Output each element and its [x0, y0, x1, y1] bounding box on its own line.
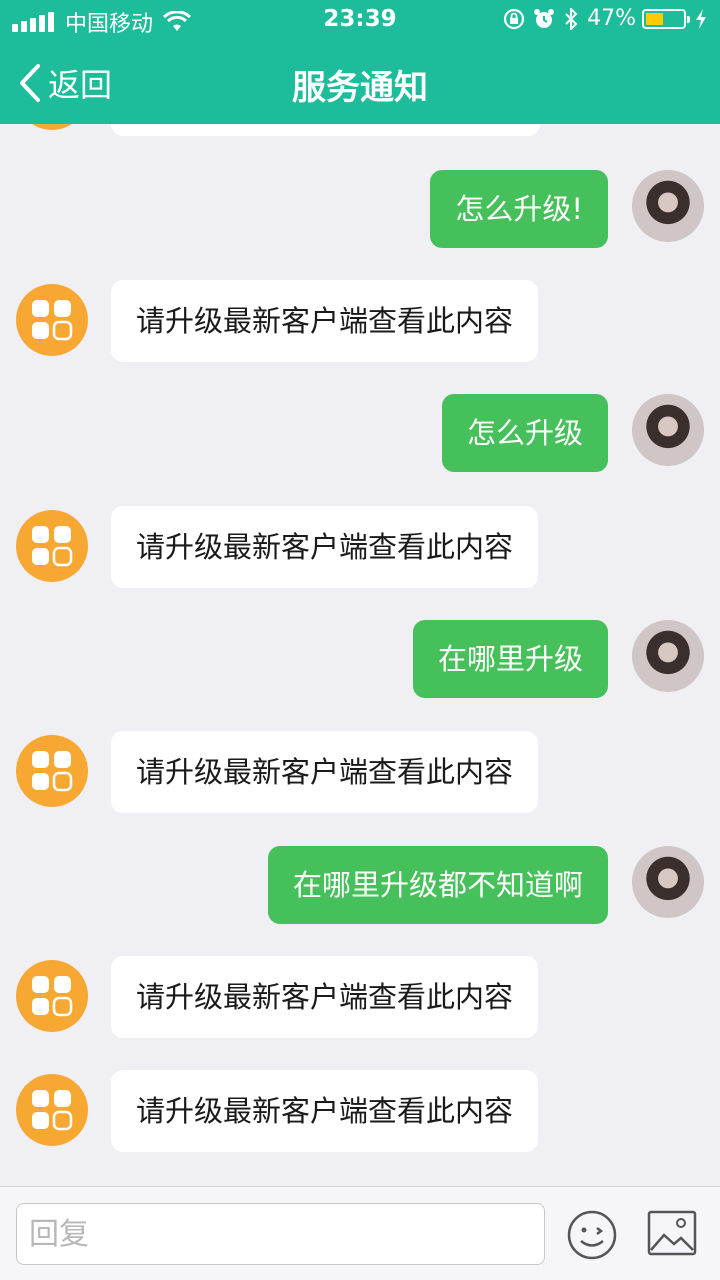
bot-avatar-icon[interactable]	[16, 1074, 88, 1146]
bot-avatar	[16, 124, 88, 130]
user-message-bubble[interactable]: 怎么升级	[441, 394, 608, 472]
user-avatar[interactable]	[632, 170, 704, 242]
picture-icon[interactable]	[647, 1210, 697, 1256]
battery-percent: 47%	[587, 6, 636, 31]
rotation-lock-icon	[503, 8, 525, 29]
charging-icon	[696, 8, 706, 29]
user-message-bubble[interactable]: 怎么升级!	[430, 170, 608, 248]
bot-avatar-icon[interactable]	[16, 735, 88, 807]
bluetooth-icon	[565, 7, 578, 30]
bot-avatar-icon[interactable]	[16, 960, 88, 1032]
user-avatar[interactable]	[632, 394, 704, 466]
smiley-face-icon[interactable]	[566, 1209, 618, 1261]
bot-message-bubble[interactable]: 请升级最新客户端查看此内容	[111, 1070, 539, 1152]
message-bubble-partial	[111, 124, 540, 136]
bot-message-bubble[interactable]: 请升级最新客户端查看此内容	[111, 506, 539, 588]
bot-message-bubble[interactable]: 请升级最新客户端查看此内容	[111, 280, 539, 362]
user-message-bubble[interactable]: 在哪里升级都不知道啊	[267, 846, 608, 924]
user-message-bubble[interactable]: 在哪里升级	[412, 620, 608, 698]
bot-message-bubble[interactable]: 请升级最新客户端查看此内容	[111, 956, 539, 1038]
bot-avatar-icon[interactable]	[16, 284, 88, 356]
user-avatar[interactable]	[632, 620, 704, 692]
bot-message-bubble[interactable]: 请升级最新客户端查看此内容	[111, 731, 539, 813]
reply-input[interactable]	[16, 1203, 545, 1265]
input-bar	[0, 1186, 720, 1280]
user-avatar[interactable]	[632, 846, 704, 918]
nav-bar: 返回 服务通知	[0, 40, 720, 124]
chat-list[interactable]: 怎么升级! 请升级最新客户端查看此内容 怎么升级 请升级最新客户端查看此内容 在哪里升级…	[0, 124, 720, 1186]
status-bar: 中国移动 23:39 47%	[0, 0, 720, 40]
bot-avatar-icon[interactable]	[16, 510, 88, 582]
page-title: 服务通知	[292, 68, 428, 108]
alarm-clock-icon	[534, 8, 555, 28]
battery-icon	[642, 8, 690, 29]
